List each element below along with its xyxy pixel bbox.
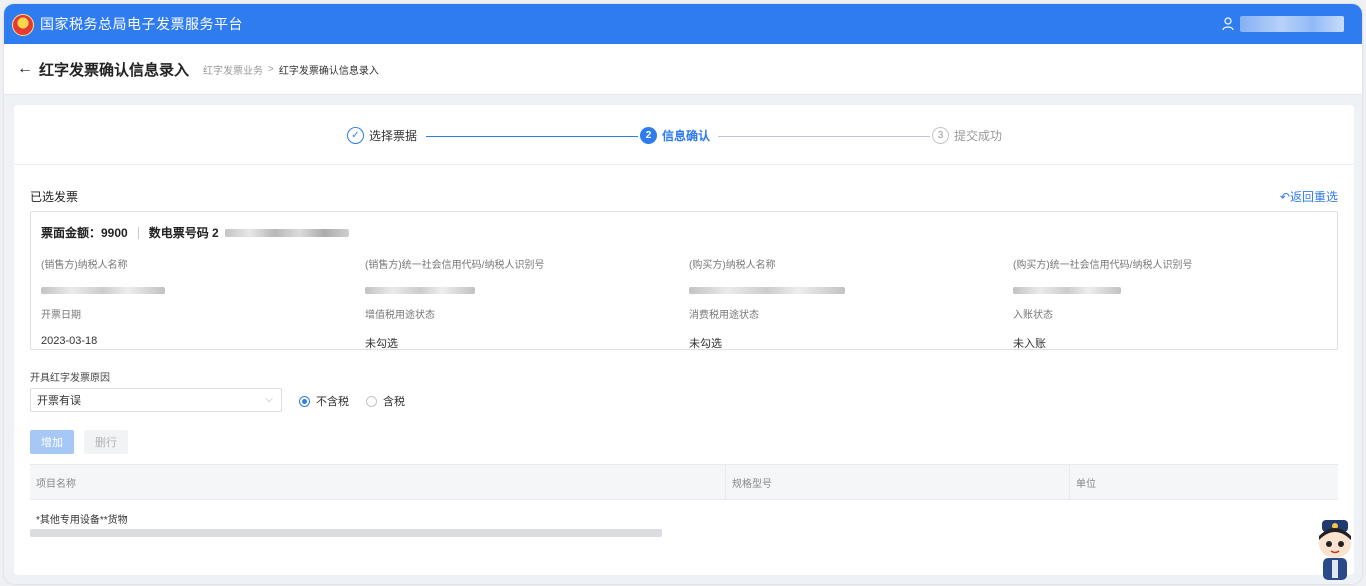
main-panel: ✓ 选择票据 2 信息确认 3 提交成功 已选发票 ↶返回重选 票面金额：990…: [14, 105, 1354, 575]
divider: [137, 226, 139, 239]
breadcrumb-item-current: 红字发票确认信息录入: [278, 65, 379, 77]
breadcrumb-item-red-invoice[interactable]: 红字发票业务: [203, 62, 263, 77]
user-name-redacted[interactable]: [1240, 16, 1344, 32]
step-label: 提交成功: [954, 129, 1003, 143]
step-number-badge: 3: [932, 127, 949, 144]
redacted-value: [41, 287, 165, 294]
radio-dot: [299, 395, 310, 407]
column-header-spec: 规格型号: [726, 465, 1070, 499]
check-circle-icon: ✓: [347, 127, 364, 144]
redacted-value: [689, 287, 845, 294]
chevron-down-icon: ⌵: [265, 394, 273, 405]
buyer-tax-id-field: (购买方)统一社会信用代码/纳税人识别号: [1013, 256, 1313, 294]
app-window: 国家税务总局电子发票服务平台 ← 红字发票确认信息录入 红字发票业务 > 红字发…: [4, 4, 1362, 584]
consumption-tax-status-field: 消费税用途状态 未勾选: [689, 306, 759, 351]
reason-select[interactable]: 开票有误 ⌵: [30, 388, 282, 412]
radio-label: 不含税: [316, 396, 349, 408]
field-label: (购买方)统一社会信用代码/纳税人识别号: [1013, 260, 1193, 271]
table-header: 项目名称 规格型号 单位: [30, 464, 1338, 500]
reselect-label: 返回重选: [1289, 190, 1338, 204]
field-value: 2023-03-18: [41, 335, 98, 347]
add-row-button[interactable]: 增加: [30, 430, 74, 454]
assistant-mascot-icon[interactable]: [1312, 518, 1358, 582]
invoice-number-redacted: [224, 228, 349, 237]
breadcrumb-separator: >: [268, 63, 274, 75]
seller-tax-id-field: (销售方)统一社会信用代码/纳税人识别号: [365, 256, 665, 294]
reselect-link[interactable]: ↶返回重选: [1280, 188, 1338, 205]
user-icon[interactable]: [1222, 17, 1234, 31]
field-value: 未勾选: [365, 338, 398, 350]
step-label: 选择票据: [369, 129, 418, 143]
arrow-left-icon[interactable]: ←: [17, 60, 33, 78]
step-number-badge: 2: [640, 127, 657, 144]
top-bar: 国家税务总局电子发票服务平台: [4, 4, 1362, 44]
field-label: (购买方)纳税人名称: [689, 260, 776, 271]
seller-name-field: (销售方)纳税人名称: [41, 256, 341, 294]
radio-tax-inclusive[interactable]: 含税: [366, 393, 405, 409]
reason-label: 开具红字发票原因: [30, 373, 110, 384]
tax-bureau-logo-icon: [12, 14, 34, 36]
radio-label: 含税: [383, 396, 405, 408]
progress-steps: ✓ 选择票据 2 信息确认 3 提交成功: [14, 105, 1354, 165]
section-title: 已选发票: [30, 190, 79, 204]
field-value: 未入账: [1013, 338, 1046, 350]
field-label: 入账状态: [1013, 310, 1053, 321]
field-value: 未勾选: [689, 338, 722, 350]
item-name-cell: *其他专用设备**货物: [36, 514, 128, 526]
column-header-unit: 单位: [1076, 478, 1096, 490]
field-label: 消费税用途状态: [689, 310, 759, 321]
page-title: 红字发票确认信息录入: [39, 61, 190, 79]
column-header-item-name: 项目名称: [30, 465, 726, 499]
invoice-card: 票面金额：9900 数电票号码 2 (销售方)纳税人名称 (销售方)统一社会信用…: [30, 211, 1338, 350]
radio-dot: [366, 395, 377, 407]
step-connector: [718, 136, 930, 137]
step-submit-success: 3 提交成功: [932, 127, 1002, 144]
undo-icon: ↶: [1279, 190, 1290, 204]
step-connector: [426, 136, 638, 137]
redacted-value: [1013, 287, 1121, 294]
app-title: 国家税务总局电子发票服务平台: [40, 16, 243, 32]
breadcrumb: 红字发票业务 > 红字发票确认信息录入: [203, 62, 379, 77]
vat-status-field: 增值税用途状态 未勾选: [365, 306, 435, 351]
page-header: ← 红字发票确认信息录入 红字发票业务 > 红字发票确认信息录入: [4, 44, 1362, 95]
invoice-summary: 票面金额：9900 数电票号码 2: [41, 224, 349, 241]
radio-tax-exclusive[interactable]: 不含税: [299, 393, 349, 409]
delete-row-button[interactable]: 删行: [84, 430, 128, 454]
invoice-number-label: 数电票号码 2: [148, 226, 219, 240]
buyer-name-field: (购买方)纳税人名称: [689, 256, 989, 294]
redacted-value: [365, 287, 475, 294]
field-label: 增值税用途状态: [365, 310, 435, 321]
step-confirm-info: 2 信息确认: [640, 127, 710, 144]
items-table: 项目名称 规格型号 单位 *其他专用设备**货物: [30, 464, 1338, 536]
horizontal-scrollbar[interactable]: [30, 529, 662, 537]
invoice-amount: 票面金额：9900: [41, 226, 128, 240]
reason-select-value: 开票有误: [37, 395, 81, 407]
issue-date-field: 开票日期 2023-03-18: [41, 306, 97, 347]
field-label: 开票日期: [41, 310, 81, 321]
booking-status-field: 入账状态 未入账: [1013, 306, 1053, 351]
step-label: 信息确认: [662, 129, 711, 143]
step-select-invoice: ✓ 选择票据: [347, 127, 417, 144]
field-label: (销售方)统一社会信用代码/纳税人识别号: [365, 260, 545, 271]
field-label: (销售方)纳税人名称: [41, 260, 128, 271]
